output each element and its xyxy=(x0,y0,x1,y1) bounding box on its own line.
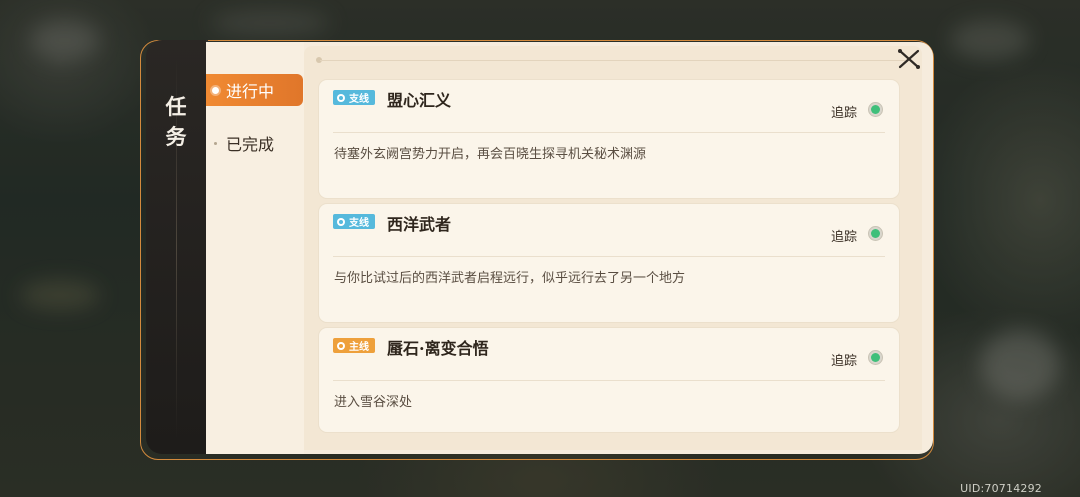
card-divider xyxy=(333,256,885,257)
track-toggle-icon[interactable] xyxy=(868,102,883,117)
track-toggle-icon[interactable] xyxy=(868,226,883,241)
quest-description: 进入雪谷深处 xyxy=(334,395,413,410)
card-divider xyxy=(333,132,885,133)
quest-type-label: 主线 xyxy=(349,342,369,353)
card-divider xyxy=(333,380,885,381)
tab-bullet xyxy=(214,142,217,145)
quest-type-badge: 支线 xyxy=(333,90,375,105)
quest-card[interactable]: 支线 盟心汇义 追踪 待塞外玄阙宫势力开启，再会百晓生探寻机关秘术渊源 xyxy=(319,80,899,198)
panel-title-char: 任 xyxy=(165,94,187,119)
tab-completed[interactable]: 已完成 xyxy=(206,127,303,159)
tab-label: 进行中 xyxy=(226,82,275,101)
track-toggle-icon[interactable] xyxy=(868,350,883,365)
quest-card[interactable]: 主线 蜃石·离变合悟 追踪 进入雪谷深处 xyxy=(319,328,899,432)
quest-card[interactable]: 支线 西洋武者 追踪 与你比试过后的西洋武者启程远行，似乎远行去了另一个地方 xyxy=(319,204,899,322)
close-button[interactable] xyxy=(896,46,922,72)
quest-type-badge: 主线 xyxy=(333,338,375,353)
user-id-label: UID:70714292 xyxy=(960,482,1042,495)
quest-description: 待塞外玄阙宫势力开启，再会百晓生探寻机关秘术渊源 xyxy=(334,147,647,162)
panel-title-char: 务 xyxy=(165,124,187,149)
quest-name: 西洋武者 xyxy=(387,215,452,234)
badge-circle-icon xyxy=(337,341,345,350)
quest-name: 蜃石·离变合悟 xyxy=(387,339,489,358)
tab-label: 已完成 xyxy=(226,135,275,154)
quest-type-badge: 支线 xyxy=(333,214,375,229)
close-icon xyxy=(898,49,920,69)
quest-type-label: 支线 xyxy=(349,218,369,229)
track-label[interactable]: 追踪 xyxy=(831,226,857,245)
tab-active-indicator xyxy=(212,87,219,94)
badge-circle-icon xyxy=(337,93,345,102)
list-top-divider xyxy=(320,60,905,61)
tab-in-progress[interactable]: 进行中 xyxy=(206,74,303,106)
track-label[interactable]: 追踪 xyxy=(831,350,857,369)
track-label[interactable]: 追踪 xyxy=(831,102,857,121)
quest-name: 盟心汇义 xyxy=(387,91,452,110)
panel-title: 任 务 xyxy=(160,92,192,152)
quest-description: 与你比试过后的西洋武者启程远行，似乎远行去了另一个地方 xyxy=(334,271,686,286)
badge-circle-icon xyxy=(337,217,345,226)
quest-type-label: 支线 xyxy=(349,94,369,105)
